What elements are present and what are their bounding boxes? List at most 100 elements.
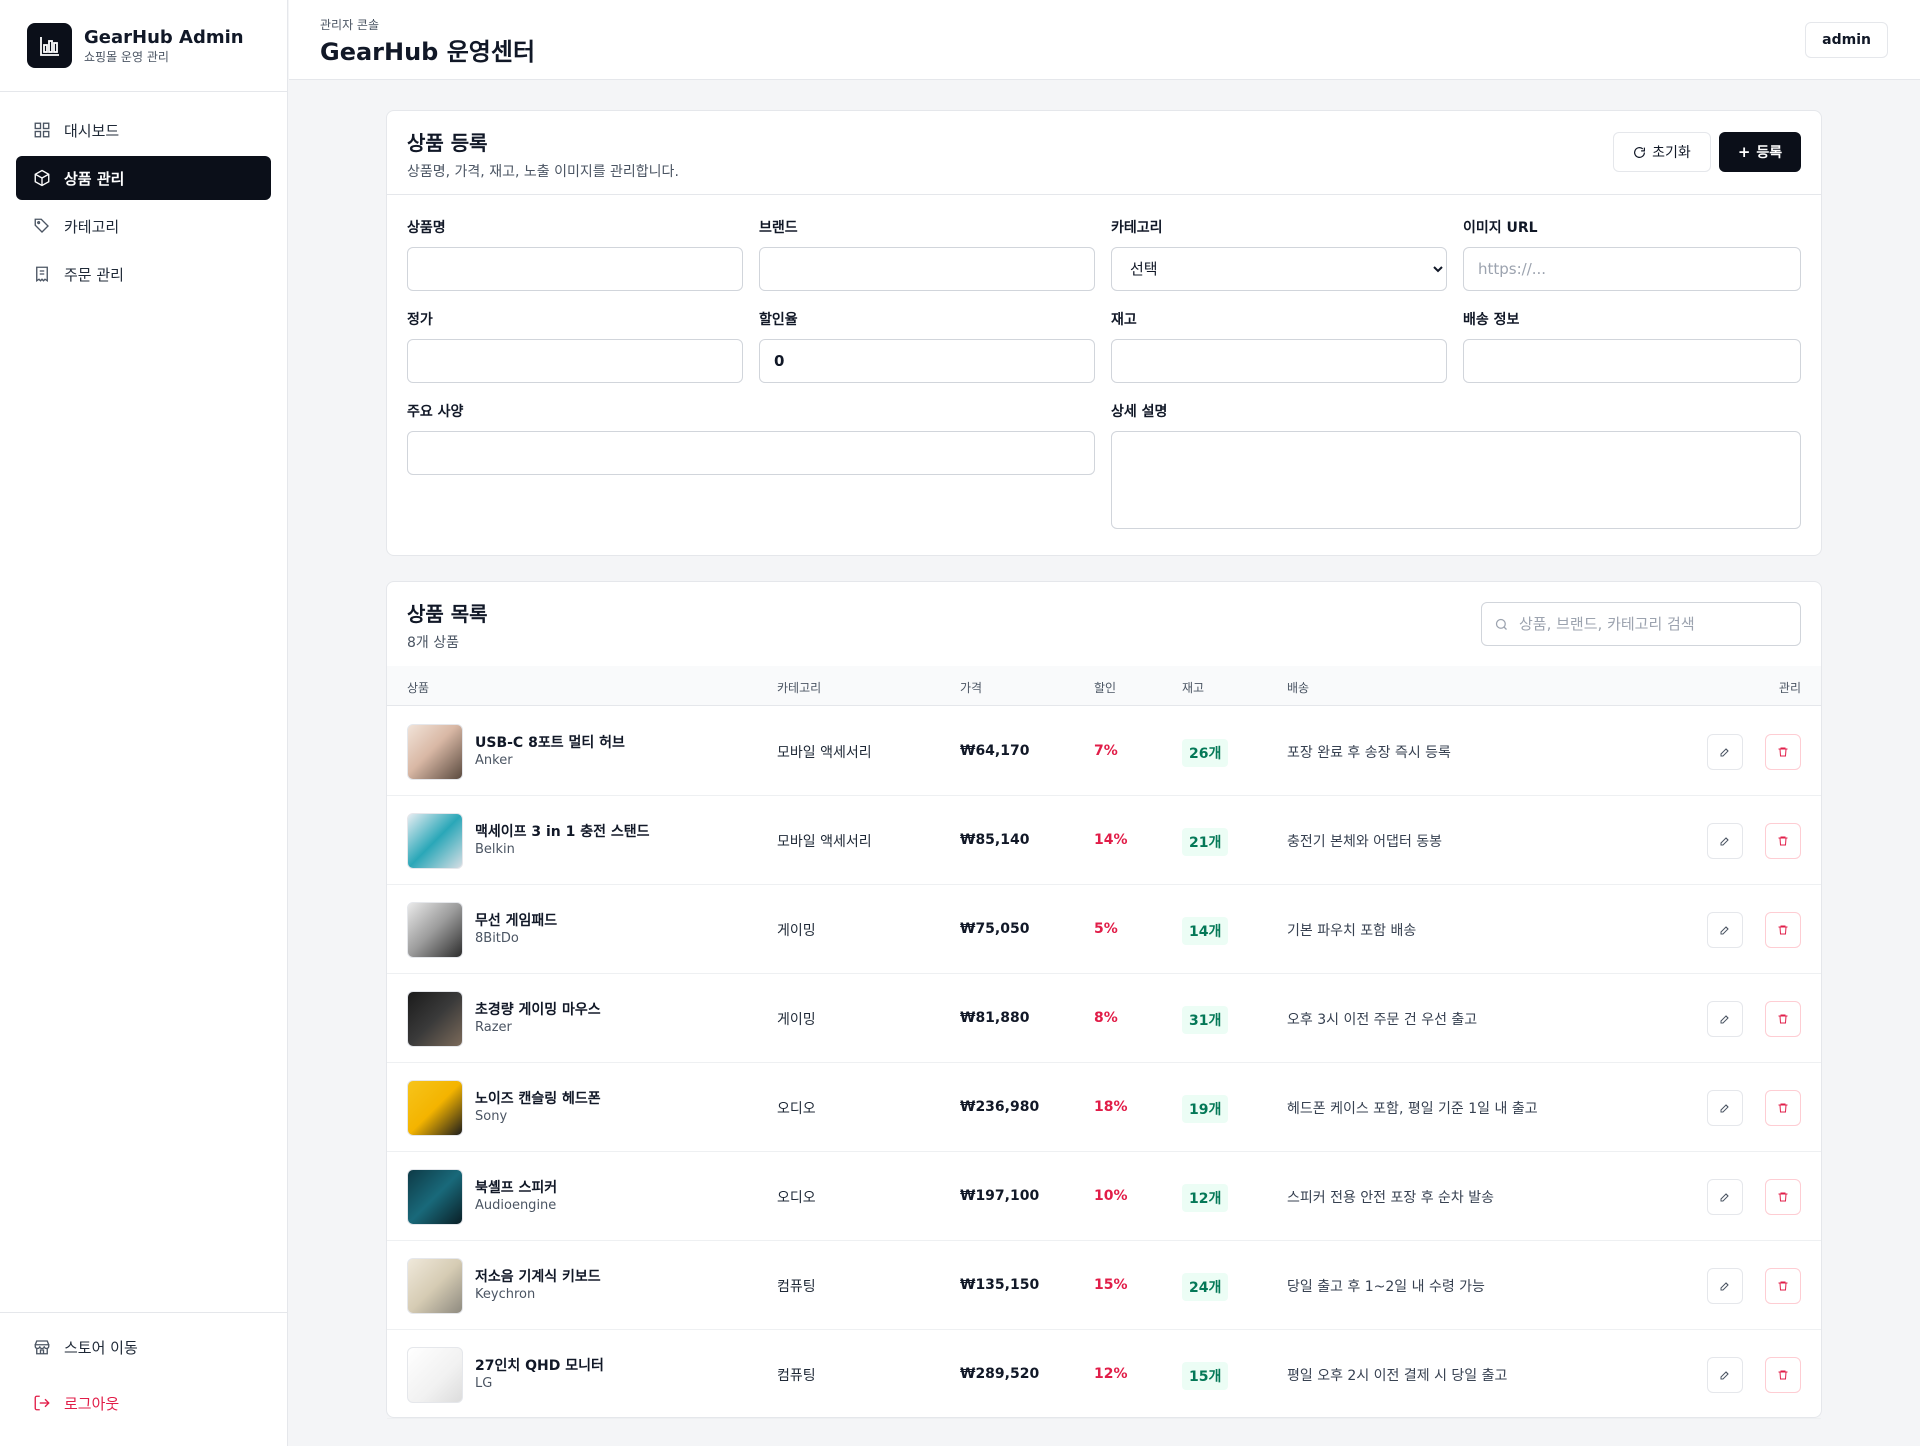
product-thumbnail (407, 1258, 463, 1314)
trash-icon (1778, 1103, 1788, 1113)
product-category: 오디오 (777, 1190, 816, 1206)
product-name: 북셸프 스피커 (475, 1180, 558, 1196)
product-price: ₩85,140 (960, 832, 1030, 848)
product-name: 맥세이프 3 in 1 충전 스탠드 (475, 824, 650, 840)
label-stock: 재고 (1111, 312, 1137, 328)
product-category: 컴퓨팅 (777, 1368, 816, 1384)
price-input[interactable] (407, 339, 743, 383)
table-row[interactable]: 27인치 QHD 모니터 LG 컴퓨팅 ₩289,520 12% 15개 평일 오후 2시 … (387, 1330, 1821, 1419)
table-row[interactable]: 맥세이프 3 in 1 충전 스탠드 Belkin 모바일 액세서리 ₩85,140 1… (387, 796, 1821, 885)
search-icon (1494, 617, 1509, 632)
chart-logo-icon (27, 23, 72, 68)
discount-input[interactable] (759, 339, 1095, 383)
specs-input[interactable] (407, 431, 1095, 475)
stock-badge: 24개 (1182, 1273, 1229, 1301)
refresh-icon (1633, 146, 1646, 159)
label-shipping: 배송 정보 (1463, 312, 1520, 328)
edit-button[interactable] (1707, 1090, 1743, 1126)
edit-button[interactable] (1707, 1179, 1743, 1215)
sidebar-item-dashboard[interactable]: 대시보드 (16, 108, 271, 152)
table-row[interactable]: USB-C 8포트 멀티 허브 Anker 모바일 액세서리 ₩64,170 7% 26개… (387, 707, 1821, 796)
brand-title: GearHub Admin (84, 26, 244, 48)
product-name-input[interactable] (407, 247, 743, 291)
stock-badge: 15개 (1182, 1362, 1229, 1390)
sidebar-footer: 스토어 이동 로그아웃 (0, 1312, 287, 1446)
edit-button[interactable] (1707, 1357, 1743, 1393)
delete-button[interactable] (1765, 1001, 1801, 1037)
search-box[interactable] (1481, 602, 1801, 646)
product-count: 8개 상품 (407, 635, 459, 651)
register-button[interactable]: + 등록 (1719, 132, 1801, 172)
delete-button[interactable] (1765, 1268, 1801, 1304)
edit-icon (1720, 1104, 1729, 1113)
product-shipping: 당일 출고 후 1~2일 내 수령 가능 (1287, 1279, 1485, 1295)
col-manage: 관리 (1778, 681, 1801, 695)
label-name: 상품명 (407, 220, 446, 236)
delete-button[interactable] (1765, 1357, 1801, 1393)
store-link[interactable]: 스토어 이동 (16, 1325, 271, 1369)
receipt-icon (32, 264, 52, 284)
product-discount: 8% (1094, 1010, 1118, 1026)
col-discount: 할인 (1094, 681, 1117, 695)
edit-button[interactable] (1707, 1268, 1743, 1304)
category-select[interactable]: 선택 (1111, 247, 1447, 291)
sidebar: GearHub Admin 쇼핑몰 운영 관리 대시보드 상품 관리 카테고리 (0, 0, 288, 1446)
product-category: 게이밍 (777, 1012, 816, 1028)
brand-input[interactable] (759, 247, 1095, 291)
table-row[interactable]: 북셸프 스피커 Audioengine 오디오 ₩197,100 10% 12개 스피커 전… (387, 1152, 1821, 1241)
edit-button[interactable] (1707, 734, 1743, 770)
stock-input[interactable] (1111, 339, 1447, 383)
delete-button[interactable] (1765, 823, 1801, 859)
edit-icon (1720, 1282, 1729, 1291)
image-url-input[interactable] (1463, 247, 1801, 291)
stock-badge: 12개 (1182, 1184, 1229, 1212)
reset-button[interactable]: 초기화 (1613, 132, 1711, 172)
product-discount: 10% (1094, 1188, 1128, 1204)
description-textarea[interactable] (1111, 431, 1801, 529)
product-thumbnail (407, 813, 463, 869)
edit-icon (1720, 1015, 1729, 1024)
col-shipping: 배송 (1287, 681, 1310, 695)
shipping-input[interactable] (1463, 339, 1801, 383)
user-menu-button[interactable]: admin (1805, 22, 1888, 58)
table-row[interactable]: 무선 게임패드 8BitDo 게이밍 ₩75,050 5% 14개 기본 파우치 포함 배송 (387, 885, 1821, 974)
table-row[interactable]: 초경량 게이밍 마우스 Razer 게이밍 ₩81,880 8% 31개 오후 3시 이전 … (387, 974, 1821, 1063)
product-thumbnail (407, 902, 463, 958)
sidebar-item-products[interactable]: 상품 관리 (16, 156, 271, 200)
edit-button[interactable] (1707, 912, 1743, 948)
product-shipping: 오후 3시 이전 주문 건 우선 출고 (1287, 1012, 1478, 1028)
edit-icon (1720, 837, 1729, 846)
delete-button[interactable] (1765, 1179, 1801, 1215)
edit-icon (1720, 748, 1729, 757)
product-category: 컴퓨팅 (777, 1279, 816, 1295)
product-price: ₩64,170 (960, 743, 1030, 759)
product-form-card: 상품 등록 상품명, 가격, 재고, 노출 이미지를 관리합니다. 초기화 + … (386, 110, 1822, 556)
page-title: GearHub 운영센터 (320, 38, 536, 66)
product-brand: Anker (475, 753, 513, 768)
delete-button[interactable] (1765, 734, 1801, 770)
search-input[interactable] (1519, 615, 1789, 633)
sidebar-item-orders[interactable]: 주문 관리 (16, 252, 271, 296)
edit-button[interactable] (1707, 823, 1743, 859)
table-row[interactable]: 노이즈 캔슬링 헤드폰 Sony 오디오 ₩236,980 18% 19개 헤드폰 케이스 … (387, 1063, 1821, 1152)
delete-button[interactable] (1765, 1090, 1801, 1126)
product-brand: Belkin (475, 842, 515, 857)
trash-icon (1778, 1014, 1788, 1024)
product-name: 무선 게임패드 (475, 913, 558, 929)
stock-badge: 21개 (1182, 828, 1229, 856)
brand[interactable]: GearHub Admin 쇼핑몰 운영 관리 (0, 0, 287, 92)
table-row[interactable]: 저소음 기계식 키보드 Keychron 컴퓨팅 ₩135,150 15% 24개 당일 출… (387, 1241, 1821, 1330)
list-title: 상품 목록 (407, 602, 488, 626)
edit-button[interactable] (1707, 1001, 1743, 1037)
logout-button[interactable]: 로그아웃 (16, 1381, 271, 1425)
product-brand: 8BitDo (475, 931, 519, 946)
sidebar-item-category[interactable]: 카테고리 (16, 204, 271, 248)
sidebar-item-label: 카테고리 (64, 217, 120, 236)
delete-button[interactable] (1765, 912, 1801, 948)
register-label: 등록 (1756, 145, 1783, 161)
col-price: 가격 (960, 681, 983, 695)
product-price: ₩75,050 (960, 921, 1030, 937)
product-discount: 5% (1094, 921, 1118, 937)
product-category: 모바일 액세서리 (777, 745, 872, 761)
box-icon (32, 168, 52, 188)
